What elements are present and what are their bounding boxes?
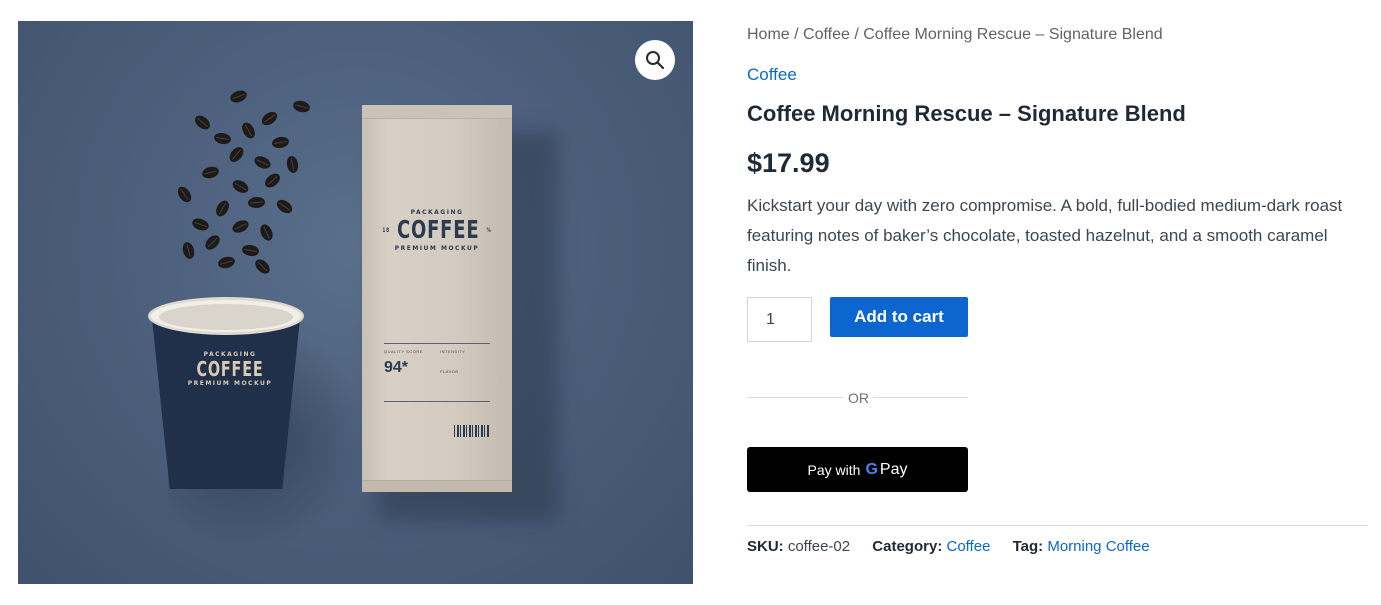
tag-label: Tag: — [1012, 538, 1044, 555]
tag-link[interactable]: Morning Coffee — [1047, 538, 1149, 555]
gpay-label: Pay with — [807, 461, 861, 478]
bag-quality-label: QUALITY SCORE — [384, 349, 423, 354]
bag-flavor-label: FLAVOR — [440, 369, 459, 374]
breadcrumb-home[interactable]: Home — [747, 26, 790, 43]
category-meta-link[interactable]: Coffee — [946, 538, 990, 555]
bag-logo: PACKAGING 18 COFFEE % PREMIUM MOCKUP — [362, 209, 512, 252]
or-separator: OR — [747, 390, 968, 410]
magnifier-icon — [646, 51, 665, 70]
bag-quality-value: 94* — [384, 359, 409, 376]
tag-wrapper: Tag: Morning Coffee — [1013, 538, 1150, 555]
or-line-left — [747, 397, 843, 398]
breadcrumb-separator: / — [789, 26, 804, 43]
gpay-pay-text: Pay — [879, 460, 908, 478]
cup-inner — [159, 304, 293, 330]
meta-divider — [747, 525, 1368, 526]
bag-bottom-seal — [362, 480, 512, 492]
bag-logo-main: 18 COFFEE % — [377, 216, 497, 245]
coffee-bag: PACKAGING 18 COFFEE % PREMIUM MOCKUP QUA… — [362, 105, 512, 492]
google-pay-button[interactable]: Pay with G Pay — [747, 447, 968, 492]
bag-logo-word: COFFEE — [396, 215, 480, 244]
bag-divider — [384, 343, 490, 344]
bag-logo-left-mark: 18 — [382, 227, 390, 234]
bag-intensity-label: INTENSITY — [440, 349, 466, 354]
paper-cup — [152, 319, 300, 489]
bag-logo-right-mark: % — [486, 227, 492, 234]
cup-logo-main: COFFEE — [196, 357, 264, 381]
zoom-button[interactable] — [635, 40, 675, 80]
or-text: OR — [848, 390, 869, 406]
cup-logo: PACKAGING COFFEE PREMIUM MOCKUP — [182, 351, 278, 387]
cup-logo-bottom: PREMIUM MOCKUP — [187, 380, 273, 387]
bag-divider-2 — [384, 401, 490, 402]
product-image[interactable]: PACKAGING COFFEE PREMIUM MOCKUP PACKAGIN… — [18, 21, 693, 584]
add-to-cart-button[interactable]: Add to cart — [830, 297, 968, 337]
quantity-input[interactable] — [747, 297, 812, 342]
bag-logo-bottom: PREMIUM MOCKUP — [394, 245, 480, 252]
breadcrumb-category[interactable]: Coffee — [803, 26, 850, 43]
sku-label: SKU: — [747, 538, 784, 555]
breadcrumb: Home / Coffee / Coffee Morning Rescue – … — [747, 26, 1163, 44]
product-price: $17.99 — [747, 148, 830, 178]
sku-value: coffee-02 — [787, 538, 851, 555]
product-title: Coffee Morning Rescue – Signature Blend — [747, 101, 1186, 126]
category-wrapper: Category: Coffee — [872, 538, 990, 555]
product-meta: SKU: coffee-02 Category: Coffee Tag: Mor… — [747, 538, 1150, 555]
google-g-icon: G — [865, 460, 878, 478]
product-description: Kickstart your day with zero compromise.… — [747, 196, 1343, 275]
product-category-link[interactable]: Coffee — [747, 65, 797, 85]
category-label: Category: — [872, 538, 943, 555]
bag-top-seal — [362, 105, 512, 119]
breadcrumb-current: Coffee Morning Rescue – Signature Blend — [863, 26, 1163, 43]
or-line-right — [873, 397, 968, 398]
breadcrumb-separator: / — [849, 26, 864, 43]
sku-wrapper: SKU: coffee-02 — [747, 538, 850, 555]
barcode — [454, 425, 490, 437]
